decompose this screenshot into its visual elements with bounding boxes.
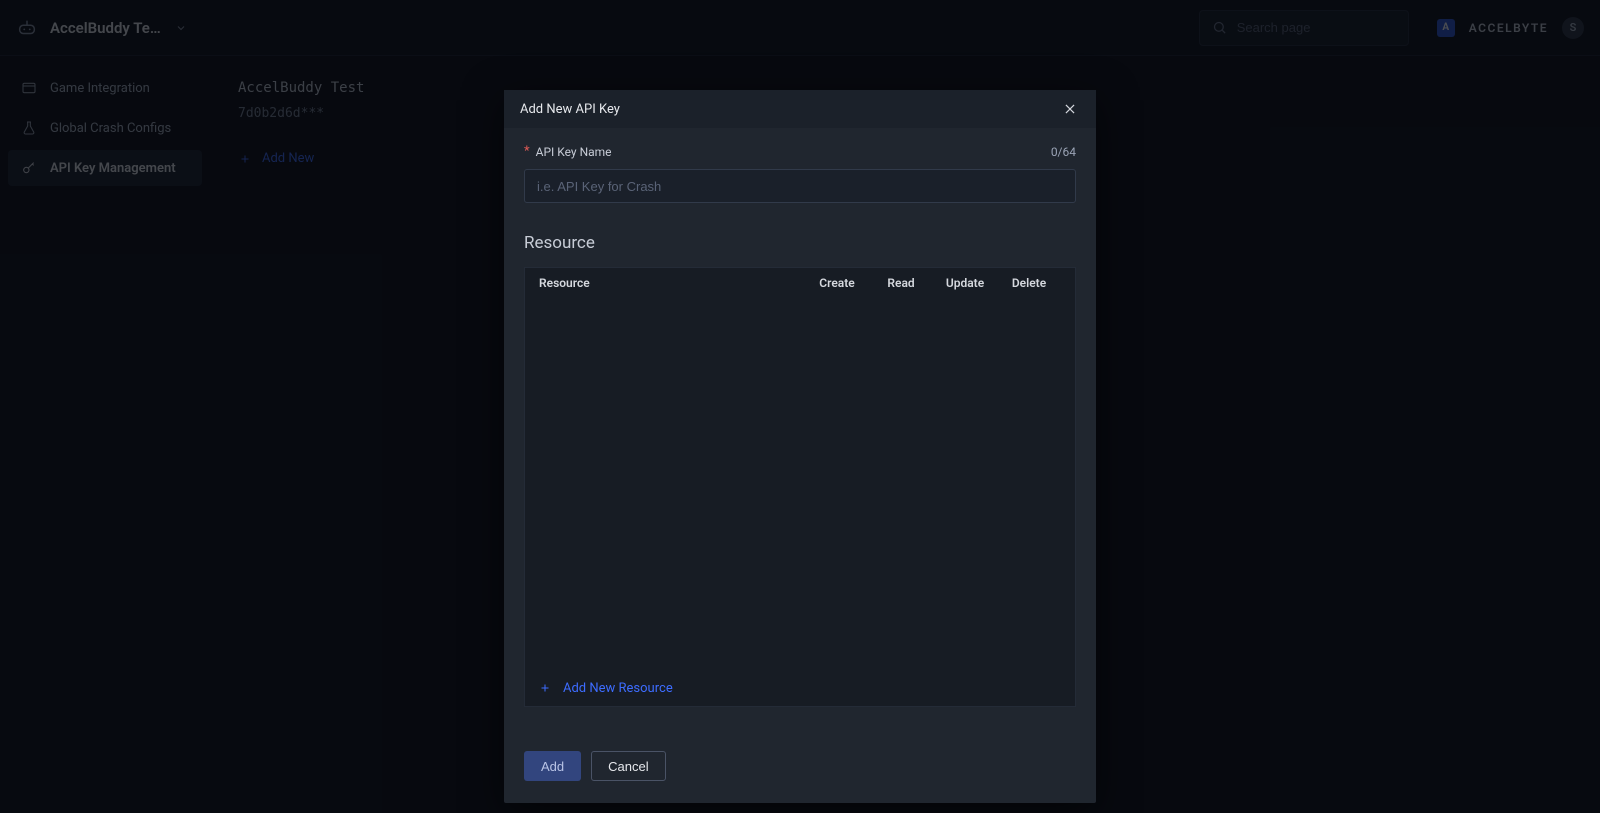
plus-icon [539, 682, 551, 694]
modal-actions: Add Cancel [504, 731, 1096, 803]
api-key-name-label-row: * API Key Name 0/64 [524, 144, 1076, 159]
add-button[interactable]: Add [524, 751, 581, 781]
modal-body: * API Key Name 0/64 Resource Resource Cr… [504, 128, 1096, 731]
cancel-button[interactable]: Cancel [591, 751, 665, 781]
col-create: Create [805, 276, 869, 290]
col-update: Update [933, 276, 997, 290]
modal-close-button[interactable] [1060, 99, 1080, 119]
resource-section-title: Resource [524, 233, 1076, 253]
char-counter: 0/64 [1051, 145, 1076, 159]
add-new-resource-button[interactable]: Add New Resource [525, 670, 1075, 706]
resource-table-header: Resource Create Read Update Delete [525, 268, 1075, 298]
col-resource: Resource [539, 276, 805, 290]
required-asterisk-icon: * [524, 144, 530, 159]
add-new-resource-label: Add New Resource [563, 681, 673, 696]
resource-table-body [525, 298, 1075, 670]
add-api-key-modal: Add New API Key * API Key Name 0/64 Reso… [504, 90, 1096, 803]
modal-header: Add New API Key [504, 90, 1096, 128]
resource-table: Resource Create Read Update Delete Add N… [524, 267, 1076, 707]
api-key-name-label: * API Key Name [524, 144, 612, 159]
col-read: Read [869, 276, 933, 290]
field-label-text: API Key Name [536, 145, 612, 159]
col-delete: Delete [997, 276, 1061, 290]
modal-title: Add New API Key [520, 102, 620, 117]
api-key-name-input[interactable] [524, 169, 1076, 203]
modal-overlay[interactable]: Add New API Key * API Key Name 0/64 Reso… [0, 0, 1600, 813]
